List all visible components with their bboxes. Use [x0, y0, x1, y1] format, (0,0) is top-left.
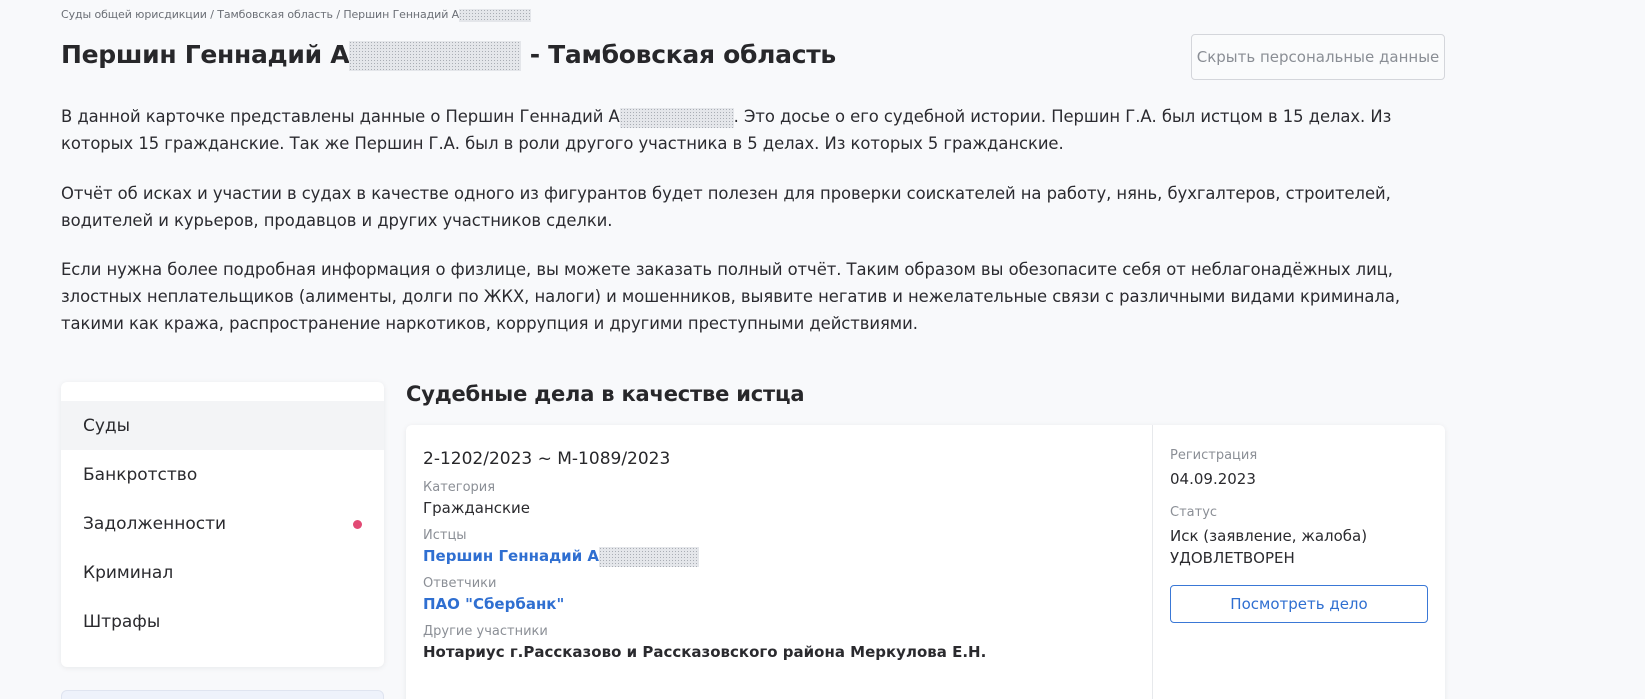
- others-label: Другие участники: [423, 624, 548, 639]
- case-other-participants: Другие участники Нотариус г.Рассказово и…: [423, 623, 1123, 663]
- case-card: 2-1202/2023 ~ М-1089/2023 Категория Граж…: [406, 425, 1445, 699]
- status-label: Статус: [1170, 505, 1218, 520]
- defendants-label: Ответчики: [423, 576, 497, 591]
- breadcrumb-separator: /: [206, 8, 218, 21]
- registration-date: 04.09.2023: [1170, 470, 1256, 488]
- other-participant: Нотариус г.Рассказово и Рассказовского р…: [423, 643, 987, 661]
- section-title: Судебные дела в качестве истца: [406, 382, 805, 406]
- breadcrumb: Суды общей юрисдикции / Тамбовская облас…: [61, 8, 532, 22]
- breadcrumb-region[interactable]: Тамбовская область: [217, 8, 333, 21]
- sidebar-item-label: Задолженности: [83, 513, 227, 534]
- person-name: Першин Геннадий А: [61, 40, 350, 69]
- case-number: 2-1202/2023 ~ М-1089/2023: [423, 449, 671, 469]
- breadcrumb-courts[interactable]: Суды общей юрисдикции: [61, 8, 207, 21]
- sidebar-nav: Суды Банкротство Задолженности Криминал …: [61, 382, 384, 667]
- sidebar-item-courts[interactable]: Суды: [61, 401, 384, 450]
- sidebar-item-label: Банкротство: [83, 464, 198, 485]
- case-category: Категория Гражданские: [423, 479, 1123, 519]
- breadcrumb-current: Першин Геннадий А: [343, 8, 460, 21]
- registration-label: Регистрация: [1170, 448, 1258, 463]
- category-value: Гражданские: [423, 499, 531, 517]
- case-meta: Регистрация 04.09.2023 Статус Иск (заявл…: [1152, 425, 1445, 699]
- case-plaintiffs: Истцы Першин Геннадий А: [423, 527, 1123, 567]
- intro-text: В данной карточке представлены данные о …: [61, 107, 620, 126]
- status-line-1: Иск (заявление, жалоба): [1170, 527, 1368, 545]
- sidebar-item-bankruptcy[interactable]: Банкротство: [61, 450, 384, 499]
- page-title: Першин Геннадий А - Тамбовская область: [61, 40, 836, 71]
- hide-personal-data-button[interactable]: Скрыть персональные данные: [1191, 34, 1445, 80]
- case-defendants: Ответчики ПАО "Сбербанк": [423, 575, 1123, 615]
- plaintiff-link[interactable]: Першин Геннадий А: [423, 547, 599, 565]
- redacted-mask: [349, 41, 522, 71]
- case-details: 2-1202/2023 ~ М-1089/2023 Категория Граж…: [423, 448, 1123, 663]
- sidebar-item-label: Штрафы: [83, 611, 161, 632]
- sidebar-item-debts[interactable]: Задолженности: [61, 499, 384, 548]
- notification-dot-icon: [353, 519, 362, 529]
- sidebar-secondary-panel: [61, 690, 384, 699]
- breadcrumb-separator: /: [332, 8, 344, 21]
- region-suffix: - Тамбовская область: [521, 40, 837, 69]
- sidebar-item-label: Суды: [83, 415, 131, 436]
- sidebar-item-label: Криминал: [83, 562, 174, 583]
- intro-paragraph-2: Отчёт об исках и участии в судах в качес…: [61, 184, 1391, 230]
- status-line-2: УДОВЛЕТВОРЕН: [1170, 549, 1295, 567]
- redacted-mask: [619, 107, 734, 128]
- intro-paragraph-3: Если нужна более подробная информация о …: [61, 260, 1400, 333]
- sidebar-item-fines[interactable]: Штрафы: [61, 597, 384, 646]
- sidebar-item-criminal[interactable]: Криминал: [61, 548, 384, 597]
- plaintiffs-label: Истцы: [423, 528, 467, 543]
- redacted-mask: [599, 546, 700, 567]
- category-label: Категория: [423, 480, 496, 495]
- redacted-mask: [459, 8, 532, 22]
- view-case-button[interactable]: Посмотреть дело: [1170, 585, 1428, 623]
- intro-paragraph-1: В данной карточке представлены данные о …: [61, 103, 1445, 157]
- defendant-link[interactable]: ПАО "Сбербанк": [423, 595, 564, 613]
